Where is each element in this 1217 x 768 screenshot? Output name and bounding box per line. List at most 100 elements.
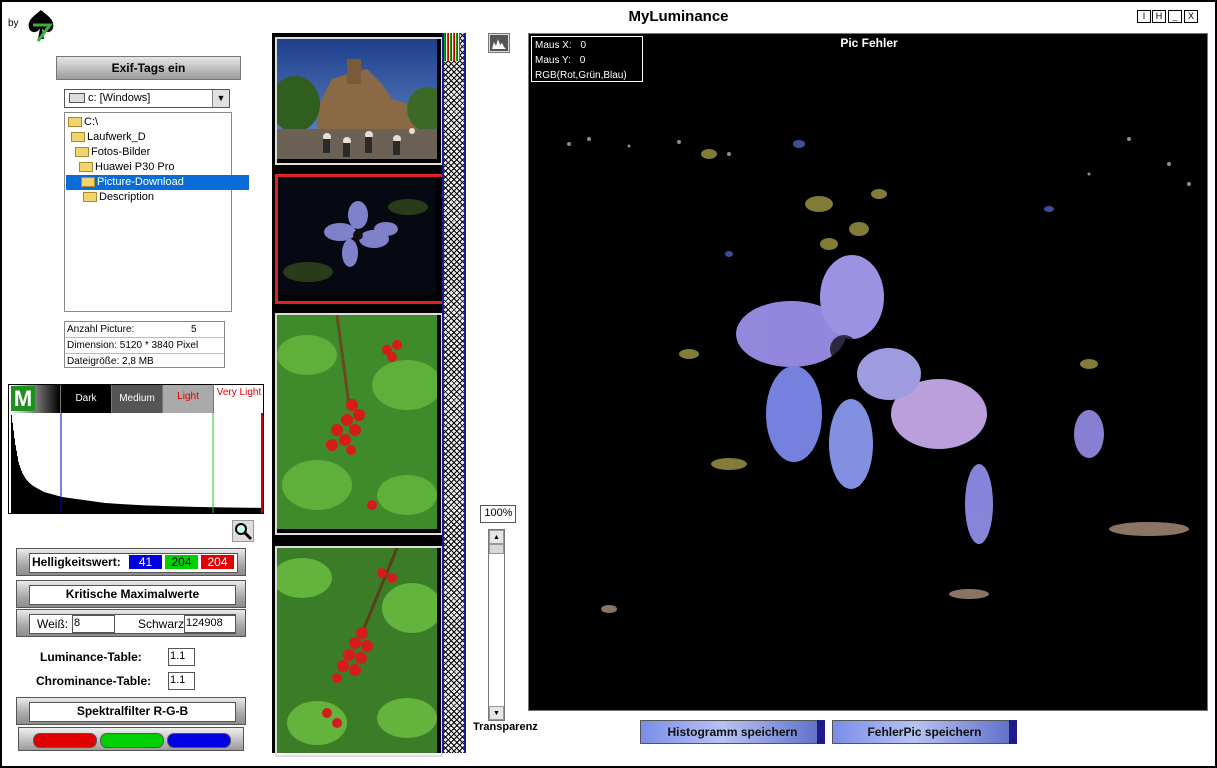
histogram-bar xyxy=(127,504,128,513)
histogram-bar xyxy=(149,505,150,513)
folder-item-selected[interactable]: Picture-Download xyxy=(66,175,249,190)
folder-item[interactable]: Fotos-Bilder xyxy=(75,145,153,160)
histogram-bar xyxy=(177,506,178,513)
histogram-bar xyxy=(222,507,223,513)
histogram-bar xyxy=(220,507,221,513)
histogram-bar xyxy=(91,501,92,513)
histogram-bar xyxy=(116,503,117,513)
red-filter-button[interactable] xyxy=(33,733,97,748)
scroll-thumb[interactable] xyxy=(444,33,460,61)
thumbnail-flower-selected[interactable] xyxy=(275,174,445,304)
window-btn-h[interactable]: H xyxy=(1152,10,1166,23)
folder-item[interactable]: Laufwerk_D xyxy=(71,130,149,145)
histogram-bar xyxy=(117,503,118,513)
histogram-bar xyxy=(258,507,259,513)
histogram-bar xyxy=(78,499,79,513)
histogram-bar xyxy=(139,505,140,513)
histogram-bar xyxy=(252,507,253,513)
scroll-down-icon[interactable]: ▼ xyxy=(489,706,504,720)
histogram-bar xyxy=(111,503,112,513)
error-picture xyxy=(567,137,1191,613)
luminance-input[interactable]: 1.1 xyxy=(168,648,195,666)
chevron-down-icon[interactable]: ▼ xyxy=(212,90,229,107)
histogram-bar xyxy=(87,500,88,513)
preview-panel[interactable]: Maus X: 0 Maus Y: 0 RGB(Rot,Grün,Blau) P… xyxy=(528,33,1208,711)
histogram-bar xyxy=(13,430,14,513)
histogram-bar xyxy=(191,506,192,513)
folder-item[interactable]: C:\ xyxy=(68,115,101,130)
histogram-bar xyxy=(67,497,68,513)
close-button[interactable]: X xyxy=(1184,10,1198,23)
histogram-bar xyxy=(12,422,13,513)
histogram-bar xyxy=(11,415,12,513)
magnifier-button[interactable] xyxy=(232,520,254,542)
histogram-bar xyxy=(75,498,76,513)
folder-item[interactable]: Description xyxy=(83,190,157,205)
spektralfilter-button[interactable]: Spektralfilter R-G-B xyxy=(16,697,246,725)
thumbnail-list[interactable] xyxy=(272,33,466,757)
histogram-bar xyxy=(165,506,166,513)
schwarz-input[interactable]: 124908 xyxy=(184,615,236,633)
histogram-bar xyxy=(215,507,216,513)
histogram-bar xyxy=(77,499,78,513)
helligkeit-blue: 41 xyxy=(129,555,162,569)
histogram-bar xyxy=(64,497,65,513)
histogram-bar xyxy=(211,507,212,513)
thumbnail-currant-2[interactable] xyxy=(275,546,443,757)
histogram-bar xyxy=(205,507,206,513)
histogram-bar xyxy=(51,494,52,513)
blue-filter-button[interactable] xyxy=(167,733,231,748)
helligkeit-red: 204 xyxy=(201,555,234,569)
histogram-bar xyxy=(31,484,32,513)
histogram-bar xyxy=(248,507,249,513)
histogram-bar xyxy=(41,490,42,513)
histogram-bar xyxy=(162,505,163,513)
transparency-slider[interactable]: ▲ ▼ xyxy=(488,529,505,721)
histogram-bar xyxy=(93,501,94,513)
thumbnail-castle[interactable] xyxy=(275,37,443,165)
histogram-bar xyxy=(98,502,99,513)
folder-item[interactable]: Huawei P30 Pro xyxy=(79,160,178,175)
exif-tags-button[interactable]: Exif-Tags ein xyxy=(56,56,241,80)
histogram-bar xyxy=(52,494,53,513)
weiss-input[interactable]: 8 xyxy=(72,615,115,633)
slider-thumb[interactable] xyxy=(489,544,504,554)
histogram-bar xyxy=(126,504,127,513)
histogram-bar xyxy=(195,506,196,513)
folder-tree[interactable]: C:\ Laufwerk_D Fotos-Bilder Huawei P30 P… xyxy=(64,112,249,312)
histogram-bar xyxy=(206,507,207,513)
histogram-bar xyxy=(152,505,153,513)
histogram-bar xyxy=(232,507,233,513)
minimize-button[interactable]: _ xyxy=(1168,10,1182,23)
histo-very-light: Very Light xyxy=(214,385,263,413)
chrominance-input[interactable]: 1.1 xyxy=(168,672,195,690)
thumbnail-scrollbar[interactable] xyxy=(442,33,466,753)
histogram-bar xyxy=(186,506,187,513)
histogram-bar xyxy=(178,506,179,513)
histogram-bar xyxy=(53,494,54,513)
drive-select[interactable]: c: [Windows] ▼ xyxy=(64,89,230,108)
histogram-bar xyxy=(189,506,190,513)
histogram-bar xyxy=(228,507,229,513)
histogram-bar xyxy=(259,507,260,513)
histogram-bar xyxy=(90,500,91,513)
save-fehlerpic-button[interactable]: FehlerPic speichern xyxy=(832,720,1017,744)
histogram-bar xyxy=(63,497,64,513)
histogram-bar xyxy=(121,504,122,513)
histogram-bar xyxy=(193,506,194,513)
histogram-bar xyxy=(246,507,247,513)
thumbnail-currant-1[interactable] xyxy=(275,313,443,535)
green-filter-button[interactable] xyxy=(100,733,164,748)
kritische-button[interactable]: Kritische Maximalwerte xyxy=(16,580,246,608)
save-histogram-button[interactable]: Histogramm speichern xyxy=(640,720,825,744)
histogram-bar xyxy=(56,495,57,513)
histogram-bar xyxy=(230,507,231,513)
histogram-toggle-button[interactable] xyxy=(488,33,510,53)
scroll-up-icon[interactable]: ▲ xyxy=(489,530,504,544)
window-btn-i[interactable]: I xyxy=(1137,10,1151,23)
histogram-bar xyxy=(221,507,222,513)
histogram-bar xyxy=(217,507,218,513)
zoom-input[interactable]: 100% xyxy=(480,505,516,523)
histogram-bar xyxy=(140,505,141,513)
histogram-bar xyxy=(25,478,26,513)
